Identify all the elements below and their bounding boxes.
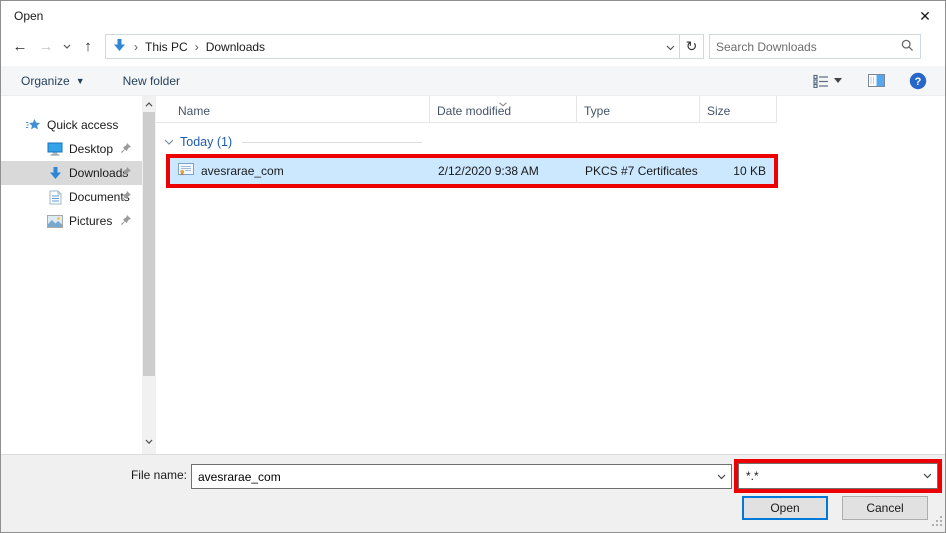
- column-label: Type: [584, 104, 610, 118]
- column-header-name[interactable]: Name: [156, 96, 430, 123]
- close-icon[interactable]: ✕: [905, 1, 945, 31]
- column-header-type[interactable]: Type: [577, 96, 700, 123]
- pin-icon: [120, 142, 132, 157]
- file-name-input[interactable]: [192, 470, 711, 484]
- address-bar[interactable]: › This PC › Downloads: [105, 34, 680, 59]
- file-type-combobox[interactable]: *.*: [738, 463, 938, 489]
- pictures-icon: [47, 215, 63, 228]
- sidebar-item-label: Quick access: [47, 118, 118, 132]
- file-type-dropdown-chevron-icon[interactable]: [917, 464, 937, 488]
- scrollbar-thumb[interactable]: [143, 112, 155, 376]
- file-name: avesrarae_com: [201, 164, 284, 178]
- search-input[interactable]: [716, 40, 901, 54]
- column-label: Size: [707, 104, 730, 118]
- sort-descending-icon: [499, 96, 508, 110]
- change-view-button[interactable]: [805, 74, 850, 88]
- sidebar-item-desktop[interactable]: Desktop: [1, 137, 142, 161]
- file-row[interactable]: avesrarae_com 2/12/2020 9:38 AM PKCS #7 …: [170, 158, 774, 184]
- preview-pane-button[interactable]: [860, 74, 893, 87]
- window-title: Open: [1, 9, 43, 23]
- back-icon[interactable]: ←: [7, 34, 33, 60]
- recent-locations-chevron-icon[interactable]: [59, 34, 75, 60]
- details-view-icon: [813, 74, 829, 88]
- pin-icon: [120, 214, 132, 229]
- scroll-down-icon[interactable]: [142, 434, 156, 448]
- address-dropdown-chevron-icon[interactable]: [666, 40, 675, 54]
- forward-icon[interactable]: →: [33, 34, 59, 60]
- sidebar-scrollbar[interactable]: [142, 96, 156, 454]
- documents-icon: [47, 190, 63, 205]
- file-name-dropdown-chevron-icon[interactable]: [711, 465, 731, 488]
- sidebar-item-quick-access[interactable]: Quick access: [1, 113, 142, 137]
- downloads-icon: [47, 166, 63, 181]
- cancel-button[interactable]: Cancel: [842, 496, 928, 520]
- file-type: PKCS #7 Certificates: [581, 158, 704, 184]
- file-name-label: File name:: [101, 468, 187, 482]
- title-bar: Open ✕: [1, 1, 945, 31]
- file-type-value: *.*: [739, 469, 917, 483]
- quick-access-star-icon: [25, 118, 41, 132]
- group-header-today[interactable]: Today (1): [164, 132, 945, 152]
- column-headers: Name Date modified Type Size: [156, 96, 945, 123]
- help-icon: ?: [909, 72, 927, 90]
- preview-pane-icon: [868, 74, 885, 87]
- dialog-footer: File name: *.* Open Cancel: [1, 454, 945, 532]
- organize-button[interactable]: Organize ▼: [11, 66, 95, 95]
- file-name-combobox[interactable]: [191, 464, 732, 489]
- help-button[interactable]: ?: [901, 72, 935, 90]
- breadcrumb-separator-icon: ›: [195, 40, 199, 54]
- group-collapse-chevron-icon: [164, 139, 174, 145]
- sidebar-item-label: Pictures: [69, 214, 112, 228]
- sidebar-item-documents[interactable]: Documents: [1, 185, 142, 209]
- column-label: Name: [178, 104, 210, 118]
- file-list: Name Date modified Type Size Today (1): [156, 96, 945, 454]
- navigation-bar: ← → ↑ › This PC › Downloads ↻: [1, 31, 945, 66]
- sidebar-item-label: Desktop: [69, 142, 113, 156]
- new-folder-button[interactable]: New folder: [113, 66, 190, 95]
- refresh-icon[interactable]: ↻: [680, 34, 704, 59]
- certificate-file-icon: [178, 163, 194, 179]
- breadcrumb-this-pc[interactable]: This PC: [145, 40, 188, 54]
- open-button[interactable]: Open: [742, 496, 828, 520]
- new-folder-label: New folder: [123, 74, 180, 88]
- file-size: 10 KB: [704, 158, 774, 184]
- svg-text:?: ?: [915, 76, 922, 88]
- scroll-up-icon[interactable]: [142, 97, 156, 111]
- pin-icon: [120, 166, 132, 181]
- breadcrumb-downloads[interactable]: Downloads: [206, 40, 265, 54]
- resize-grip[interactable]: [932, 515, 942, 529]
- sidebar-item-downloads[interactable]: Downloads: [1, 161, 142, 185]
- pin-icon: [120, 190, 132, 205]
- navigation-pane: Quick access Desktop Downloads: [1, 96, 142, 454]
- view-dropdown-caret-icon: [834, 78, 842, 83]
- command-bar: Organize ▼ New folder: [1, 66, 945, 96]
- organize-dropdown-caret-icon: ▼: [76, 76, 85, 86]
- sidebar-item-pictures[interactable]: Pictures: [1, 209, 142, 233]
- group-divider-line: [242, 142, 422, 143]
- group-label: Today (1): [180, 135, 232, 149]
- annotation-red-box-file-row: avesrarae_com 2/12/2020 9:38 AM PKCS #7 …: [166, 154, 778, 188]
- column-header-date-modified[interactable]: Date modified: [430, 96, 577, 123]
- file-date-modified: 2/12/2020 9:38 AM: [434, 158, 581, 184]
- annotation-red-box-file-type: *.*: [734, 459, 942, 493]
- dialog-body: Quick access Desktop Downloads: [1, 96, 945, 454]
- downloads-folder-icon: [112, 38, 127, 56]
- organize-label: Organize: [21, 74, 70, 88]
- column-header-size[interactable]: Size: [700, 96, 777, 123]
- search-box[interactable]: [709, 34, 921, 59]
- search-icon[interactable]: [901, 39, 914, 55]
- up-icon[interactable]: ↑: [75, 34, 101, 60]
- desktop-icon: [47, 142, 63, 156]
- open-dialog-window: Open ✕ ← → ↑ › This PC › Downloads ↻: [0, 0, 946, 533]
- breadcrumb-separator-icon: ›: [134, 40, 138, 54]
